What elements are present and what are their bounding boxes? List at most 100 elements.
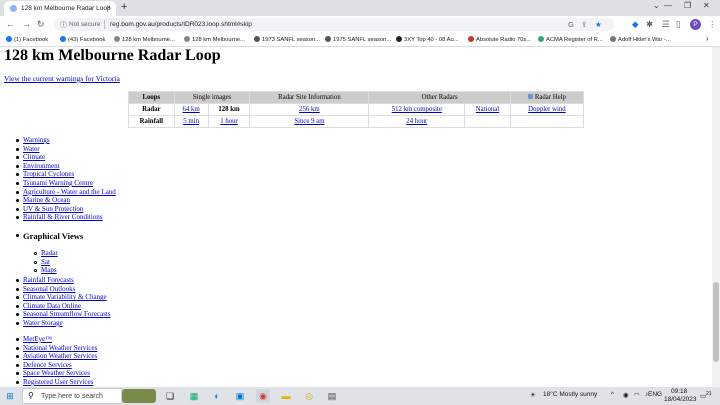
link-seasonal-outlooks[interactable]: Seasonal Outlooks bbox=[23, 285, 75, 293]
rainfall-5min-link[interactable]: 5 min bbox=[183, 118, 199, 125]
bookmark[interactable]: Absolute Radio 70s... bbox=[468, 36, 531, 43]
link-water-storage[interactable]: Water Storage bbox=[23, 319, 63, 327]
menu-icon[interactable]: ⋮ bbox=[708, 19, 717, 30]
link-rainfall-forecasts[interactable]: Rainfall Forecasts bbox=[23, 276, 74, 284]
list-item: Aviation Weather Services bbox=[0, 352, 97, 361]
new-tab-button[interactable]: + bbox=[121, 1, 127, 13]
radar-512km-composite-link[interactable]: 512 km composite bbox=[392, 106, 442, 113]
nav-link-tsunami[interactable]: Tsunami Warning Centre bbox=[23, 179, 93, 187]
scrollbar-thumb[interactable] bbox=[713, 282, 719, 362]
wikipedia-icon bbox=[254, 36, 260, 42]
doppler-wind-link[interactable]: Doppler wind bbox=[528, 106, 566, 113]
store-icon[interactable]: ▣ bbox=[233, 389, 247, 403]
wifi-icon[interactable]: ◠ bbox=[634, 391, 640, 399]
profile-avatar[interactable]: P bbox=[690, 19, 701, 30]
bookmark[interactable]: (43) Facebook bbox=[60, 36, 105, 43]
radar-256km-link[interactable]: 256 km bbox=[299, 106, 320, 113]
bookmark[interactable]: 128 km Melbourne... bbox=[114, 36, 175, 43]
puzzle-icon[interactable]: ✱ bbox=[646, 19, 653, 30]
address-bar[interactable]: ⓘ Not secure reg.bom.gov.au/products/IDR… bbox=[54, 18, 614, 31]
nav-link-marine[interactable]: Marine & Ocean bbox=[23, 196, 70, 204]
bookmark[interactable]: 1973 SANFL season... bbox=[254, 36, 320, 43]
gv-link-maps[interactable]: Maps bbox=[41, 266, 57, 274]
bookmark[interactable]: (1) Facebook bbox=[6, 36, 48, 43]
bookmark[interactable]: ACMA Register of R... bbox=[538, 36, 603, 43]
clock-date[interactable]: 18/04/2023 bbox=[664, 396, 697, 403]
link-climate-data-online[interactable]: Climate Data Online bbox=[23, 302, 81, 310]
reading-list-icon[interactable]: ☰ bbox=[662, 19, 670, 30]
link-national-weather-services[interactable]: National Weather Services bbox=[23, 344, 97, 352]
nav-link-water[interactable]: Water bbox=[23, 145, 40, 153]
nav-link-warnings[interactable]: Warnings bbox=[23, 136, 50, 144]
nav-link-climate[interactable]: Climate bbox=[23, 153, 45, 161]
national-radar-link[interactable]: National bbox=[476, 106, 499, 113]
weather-text[interactable]: 18°C Mostly sunny bbox=[543, 391, 597, 398]
norton-icon[interactable]: ◎ bbox=[302, 389, 316, 403]
nav-link-environment[interactable]: Environment bbox=[23, 162, 60, 170]
vertical-scrollbar[interactable] bbox=[712, 47, 720, 387]
forward-icon[interactable]: → bbox=[22, 19, 31, 29]
chevron-down-icon[interactable]: ⌄ bbox=[653, 1, 660, 10]
widgets-icon[interactable]: ▦ bbox=[187, 389, 201, 403]
close-window-icon[interactable]: ✕ bbox=[703, 1, 710, 10]
link-climate-variability[interactable]: Climate Variability & Change bbox=[23, 293, 107, 301]
weather-icon[interactable]: ☀ bbox=[530, 391, 536, 399]
rainfall-1hour-link[interactable]: 1 hour bbox=[220, 118, 238, 125]
bookmark[interactable]: 3XY Top 40 - 08 Au... bbox=[396, 36, 459, 43]
language-indicator[interactable]: ENG bbox=[648, 391, 662, 398]
link-space-weather[interactable]: Space Weather Services bbox=[23, 369, 90, 377]
info-icon[interactable]: ⓘ bbox=[60, 20, 67, 30]
notification-icon[interactable]: ▭21 bbox=[700, 391, 712, 400]
list-item: Warnings bbox=[0, 136, 116, 145]
calculator-icon[interactable]: ▤ bbox=[325, 389, 339, 403]
bookmark[interactable]: Adolf Hitler's War -... bbox=[610, 36, 671, 43]
browser-tab[interactable]: 128 km Melbourne Radar Loop × bbox=[4, 1, 116, 16]
maximize-icon[interactable]: ❐ bbox=[684, 1, 691, 10]
google-lens-icon[interactable]: G bbox=[568, 20, 574, 29]
task-view-icon[interactable]: ❏ bbox=[163, 389, 177, 403]
chrome-icon[interactable]: ◉ bbox=[256, 389, 270, 403]
chevron-up-icon[interactable]: ^ bbox=[611, 391, 614, 398]
radar-64km-link[interactable]: 64 km bbox=[183, 106, 200, 113]
extension-icon[interactable]: ◆ bbox=[632, 19, 639, 30]
warnings-link[interactable]: View the current warnings for Victoria bbox=[4, 74, 120, 83]
search-highlight-image[interactable] bbox=[122, 389, 156, 403]
nav-link-rainfall-river[interactable]: Rainfall & River Conditions bbox=[23, 213, 103, 221]
link-defence-services[interactable]: Defence Services bbox=[23, 361, 72, 369]
windows-start-icon[interactable]: ⊞ bbox=[3, 389, 17, 403]
edge-icon[interactable]: ◐ bbox=[210, 389, 224, 403]
nav-link-tropical-cyclones[interactable]: Tropical Cyclones bbox=[23, 170, 74, 178]
globe-icon bbox=[114, 36, 120, 42]
back-icon[interactable]: ← bbox=[6, 19, 15, 29]
table-header-radar-help[interactable]: Radar Help bbox=[509, 91, 585, 104]
share-icon[interactable]: ⇪ bbox=[581, 20, 587, 29]
more-links-list: Rainfall Forecasts Seasonal Outlooks Cli… bbox=[0, 276, 110, 328]
more-bookmarks-icon[interactable]: › bbox=[706, 34, 709, 43]
nav-link-agriculture[interactable]: Agriculture - Water and the Land bbox=[23, 188, 116, 196]
gv-link-radar[interactable]: Radar bbox=[41, 249, 58, 257]
search-icon: ⚲ bbox=[28, 391, 34, 400]
side-panel-icon[interactable]: ▯ bbox=[676, 19, 681, 30]
url-text[interactable]: reg.bom.gov.au/products/IDR023.loop.shtm… bbox=[110, 21, 252, 28]
link-aviation-weather[interactable]: Aviation Weather Services bbox=[23, 352, 97, 360]
table-header-other-radars: Other Radars bbox=[368, 91, 511, 104]
bookmark[interactable]: 128 km Melbourne... bbox=[184, 36, 245, 43]
graphical-views-list: Radar Sat Maps bbox=[18, 249, 58, 275]
rainfall-since-9am-link[interactable]: Since 9 am bbox=[294, 118, 324, 125]
bookmark[interactable]: 1975 SANFL season... bbox=[325, 36, 391, 43]
nav-link-uv[interactable]: UV & Sun Protection bbox=[23, 205, 83, 213]
link-meteye[interactable]: MetEye™ bbox=[23, 335, 52, 343]
network-icon[interactable]: ◉ bbox=[623, 391, 629, 399]
list-item: Space Weather Services bbox=[0, 369, 97, 378]
clock-time[interactable]: 09:18 bbox=[671, 388, 687, 395]
link-registered-user[interactable]: Registered User Services bbox=[23, 378, 93, 386]
gv-link-sat[interactable]: Sat bbox=[41, 258, 50, 266]
file-explorer-icon[interactable]: ▬ bbox=[279, 389, 293, 403]
minimize-icon[interactable]: — bbox=[664, 1, 672, 10]
close-tab-icon[interactable]: × bbox=[106, 3, 111, 12]
link-seasonal-streamflow[interactable]: Seasonal Streamflow Forecasts bbox=[23, 310, 110, 318]
taskbar-search[interactable]: ⚲ Type here to search bbox=[22, 388, 122, 404]
rainfall-24hour-link[interactable]: 24 hour bbox=[406, 118, 427, 125]
bookmark-star-icon[interactable]: ★ bbox=[595, 20, 602, 29]
reload-icon[interactable]: ↻ bbox=[37, 19, 45, 30]
